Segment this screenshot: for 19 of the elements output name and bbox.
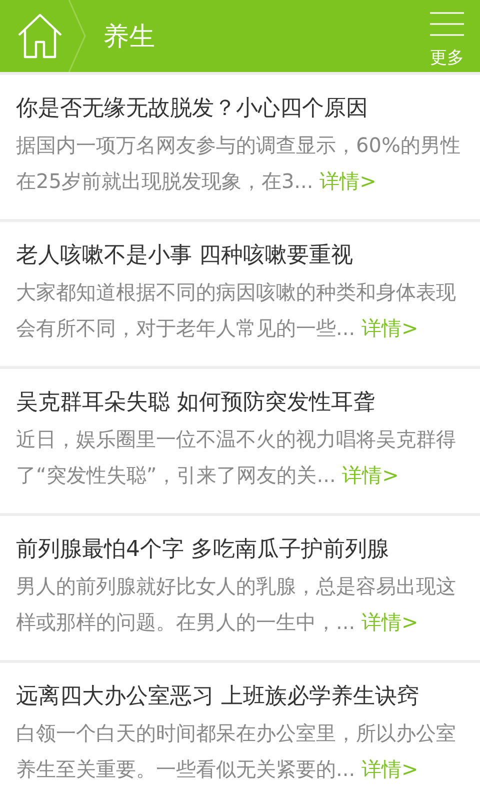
menu-icon: [430, 12, 464, 36]
details-link[interactable]: 详情>: [361, 610, 418, 634]
home-icon[interactable]: [17, 13, 63, 59]
article-title[interactable]: 前列腺最怕4个字 多吃南瓜子护前列腺: [16, 532, 462, 568]
article-title[interactable]: 老人咳嗽不是小事 四种咳嗽要重视: [16, 238, 462, 274]
article-summary: 大家都知道根据不同的病因咳嗽的种类和身体表现会有所不同，对于老年人常见的一些... 详情>: [16, 279, 457, 342]
page-title: 养生: [103, 20, 156, 54]
details-link[interactable]: 详情>: [361, 316, 418, 340]
article-summary: 近日，娱乐圈里一位不温不火的视力唱将吴克群得了“突发性失聪”，引来了网友的关... 详情>: [16, 426, 457, 489]
details-link[interactable]: 详情>: [320, 169, 376, 193]
article-summary: 男人的前列腺就好比女人的乳腺，总是容易出现这样或那样的问题。在男人的一生中，... 详情>: [16, 573, 457, 636]
article-summary: 白领一个白天的时间都呆在办公室里，所以办公室养生至关重要。一些看似无关紧要的... 详情>: [16, 720, 457, 783]
article-title[interactable]: 你是否无缘无故脱发？小心四个原因: [16, 91, 462, 127]
details-link[interactable]: 详情>: [361, 757, 418, 781]
article-summary: 据国内一项万名网友参与的调查显示，60%的男性在25岁前就出现脱发现象，在3... 详情>: [16, 132, 462, 195]
details-link[interactable]: 详情>: [342, 463, 399, 487]
more-menu-button[interactable]: 更多: [430, 4, 464, 68]
article-title[interactable]: 远离四大办公室恶习 上班族必学养生诀窍: [16, 679, 462, 715]
article-title[interactable]: 吴克群耳朵失聪 如何预防突发性耳聋: [16, 385, 462, 421]
